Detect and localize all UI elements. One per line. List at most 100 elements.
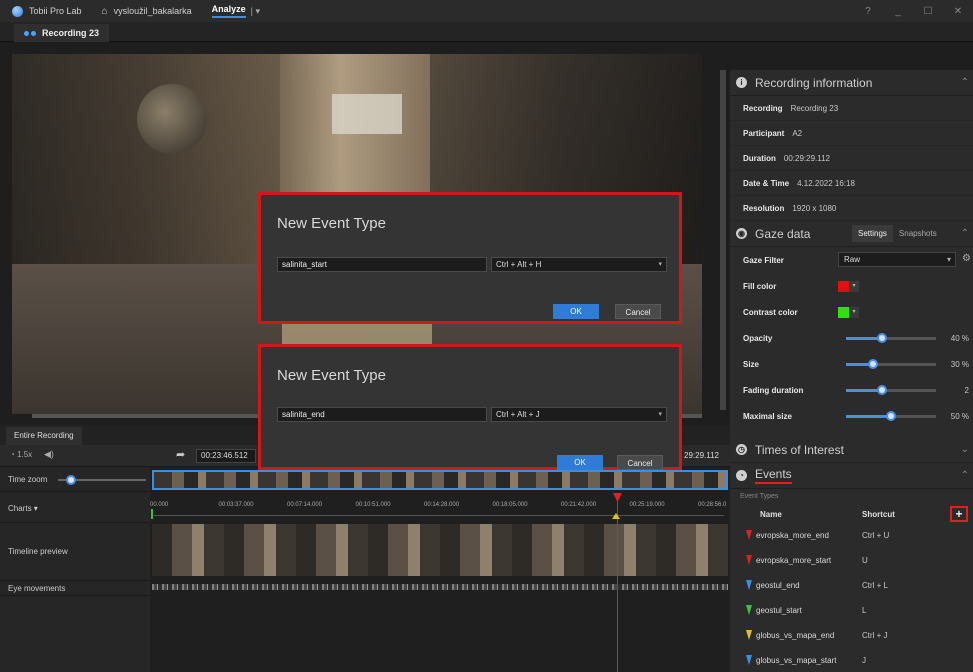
analyze-menu[interactable]: Analyze | ▾ xyxy=(211,4,260,18)
new-event-type-dialog: New Event Type salinita_start Ctrl + Alt… xyxy=(258,192,682,324)
slider-knob[interactable] xyxy=(877,385,887,395)
event-types-label: Event Types xyxy=(740,493,779,500)
recording-dot-icon xyxy=(24,30,29,36)
app-title: Tobii Pro Lab xyxy=(12,5,82,17)
event-name: globus_vs_mapa_start xyxy=(756,656,837,665)
size-row: Size 30 % xyxy=(730,351,973,377)
tab-settings[interactable]: Settings xyxy=(852,225,893,242)
shortcut-column-header[interactable]: Shortcut xyxy=(862,510,895,519)
time-zoom-slider[interactable] xyxy=(58,475,146,485)
video-vertical-scrollbar[interactable] xyxy=(720,70,726,410)
time-zoom-label: Time zoom xyxy=(8,475,48,484)
name-column-header[interactable]: Name xyxy=(760,510,782,519)
gaze-data-header[interactable]: ◉ Gaze data Settings Snapshots ⌃ xyxy=(730,221,973,247)
gaze-filter-row: Gaze Filter Raw ▾ ⚙ xyxy=(730,247,973,273)
timeline-ruler[interactable]: 00.000 00:03:37.000 00:07:14.000 00:10:51.0… xyxy=(150,497,730,519)
eye-movements-label: Eye movements xyxy=(8,584,66,593)
slider-fill xyxy=(846,415,891,418)
tab-snapshots[interactable]: Snapshots xyxy=(893,225,943,242)
ruler-tick-label: 00:07:14.000 xyxy=(287,502,323,508)
playhead[interactable] xyxy=(617,495,618,672)
event-type-row[interactable]: evropska_more_start U xyxy=(730,548,973,573)
event-name: evropska_more_end xyxy=(756,531,829,540)
expand-icon[interactable]: ⌄ xyxy=(961,444,969,455)
current-time-field[interactable]: 00:23:46.512 xyxy=(196,449,256,463)
timeline-preview-strip[interactable] xyxy=(152,524,728,576)
contrast-color-picker[interactable]: ▾ xyxy=(838,306,860,318)
event-type-row[interactable]: geostul_start L xyxy=(730,598,973,623)
tab-recording[interactable]: Recording 23 xyxy=(14,24,110,42)
event-type-row[interactable]: globus_vs_mapa_end Ctrl + J xyxy=(730,623,973,648)
info-key: Date & Time xyxy=(743,178,790,188)
eye-icon: ◉ xyxy=(736,228,747,239)
event-shortcut: Ctrl + J xyxy=(862,631,888,640)
charts-dropdown[interactable]: Charts ▾ xyxy=(8,504,38,513)
recording-tab-label: Recording 23 xyxy=(42,28,100,38)
eye-movements-track[interactable] xyxy=(152,584,728,590)
analyze-dropdown-icon[interactable]: | ▾ xyxy=(251,6,260,17)
clock-icon: ◷ xyxy=(736,444,747,455)
recording-tab-bar: Recording 23 xyxy=(0,22,973,42)
event-name: evropska_more_start xyxy=(756,556,832,565)
collapse-icon[interactable]: ⌃ xyxy=(961,228,969,239)
project-link[interactable]: ⌂ vysloužil_bakalarka xyxy=(102,6,192,17)
cancel-button[interactable]: Cancel xyxy=(617,455,663,470)
ok-button[interactable]: OK xyxy=(553,304,599,319)
event-shortcut: J xyxy=(862,656,866,665)
recording-info-header[interactable]: i Recording information ⌃ xyxy=(730,70,973,96)
forward-arrow-icon[interactable]: ➦ xyxy=(176,448,185,461)
playback-speed[interactable]: ◔ 1.5x xyxy=(10,450,32,459)
times-of-interest-header[interactable]: ◷ Times of Interest ⌄ xyxy=(730,437,973,463)
gaze-filter-select[interactable]: Raw ▾ xyxy=(838,252,956,267)
event-type-row[interactable]: geostul_end Ctrl + L xyxy=(730,573,973,598)
slider-label: Size xyxy=(743,359,760,369)
add-event-type-button[interactable]: + xyxy=(950,506,968,522)
info-icon: i xyxy=(736,77,747,88)
contrast-color-label: Contrast color xyxy=(743,307,798,317)
tobii-logo-icon xyxy=(12,5,23,17)
collapse-icon[interactable]: ⌃ xyxy=(961,77,969,88)
maximal-size-slider[interactable] xyxy=(846,411,936,421)
events-header[interactable]: ◔ Events ⌃ xyxy=(730,463,973,489)
help-icon[interactable]: ? xyxy=(853,6,883,17)
new-event-type-dialog: New Event Type salinita_end Ctrl + Alt +… xyxy=(258,344,682,470)
event-shortcut: Ctrl + L xyxy=(862,581,889,590)
timeline-area[interactable]: 00.000 00:03:37.000 00:07:14.000 00:10:51.0… xyxy=(150,467,730,672)
ok-button[interactable]: OK xyxy=(557,455,603,470)
event-type-row[interactable]: evropska_more_end Ctrl + U xyxy=(730,523,973,548)
info-key: Participant xyxy=(743,128,785,138)
size-slider[interactable] xyxy=(846,359,936,369)
event-type-row[interactable]: globus_vs_mapa_start J xyxy=(730,648,973,672)
right-panel: i Recording information ⌃ Recording Recor… xyxy=(730,70,973,672)
opacity-slider[interactable] xyxy=(846,333,936,343)
contrast-color-swatch xyxy=(838,306,849,318)
fading-duration-slider[interactable] xyxy=(846,385,936,395)
minimize-button[interactable]: _ xyxy=(883,6,913,17)
slider-knob[interactable] xyxy=(66,475,76,485)
cancel-button[interactable]: Cancel xyxy=(615,304,661,319)
scene-sign xyxy=(332,94,402,134)
fill-color-label: Fill color xyxy=(743,281,777,291)
close-button[interactable]: ✕ xyxy=(943,6,973,17)
event-shortcut: Ctrl + U xyxy=(862,531,890,540)
event-marker-icon xyxy=(746,530,752,540)
tab-entire-recording[interactable]: Entire Recording xyxy=(6,427,82,445)
slider-knob[interactable] xyxy=(877,333,887,343)
volume-icon[interactable]: ◀) xyxy=(44,449,54,460)
gaze-data-title: Gaze data xyxy=(755,226,811,241)
info-row: Duration 00:29:29.112 xyxy=(730,146,973,171)
fill-color-picker[interactable]: ▾ xyxy=(838,280,860,292)
overview-thumbnail-strip[interactable] xyxy=(152,470,728,490)
shortcut-select[interactable]: Ctrl + Alt + J ▾ xyxy=(491,407,667,422)
gear-icon[interactable]: ⚙ xyxy=(962,253,971,264)
ruler-tick-label: 00:10:51.000 xyxy=(355,502,391,508)
ruler-tick-label: 00.000 xyxy=(150,502,169,508)
shortcut-select[interactable]: Ctrl + Alt + H ▾ xyxy=(491,257,667,272)
slider-knob[interactable] xyxy=(868,359,878,369)
maximize-button[interactable]: ☐ xyxy=(913,6,943,17)
slider-knob[interactable] xyxy=(886,411,896,421)
event-name-input[interactable]: salinita_end xyxy=(277,407,487,422)
app-name: Tobii Pro Lab xyxy=(29,6,82,16)
event-name-input[interactable]: salinita_start xyxy=(277,257,487,272)
collapse-icon[interactable]: ⌃ xyxy=(961,470,969,481)
